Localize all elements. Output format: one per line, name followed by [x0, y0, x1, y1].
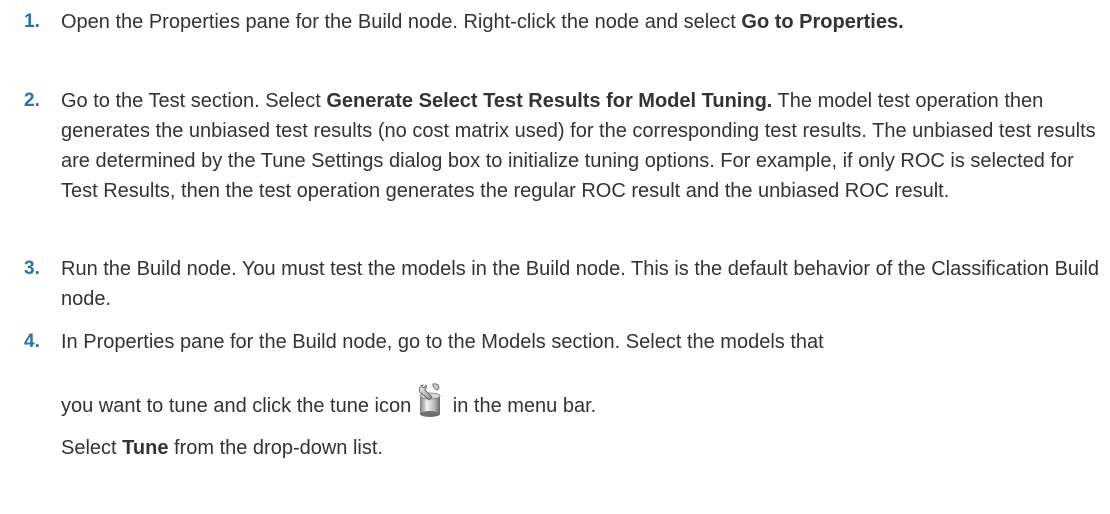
- menu-option-go-to-properties: Go to Properties.: [741, 11, 904, 33]
- step-number: 2.: [24, 90, 40, 111]
- option-generate-select-test-results: Generate Select Test Results for Model T…: [326, 90, 773, 112]
- step-paragraph: Run the Build node. You must test the mo…: [61, 258, 1100, 310]
- step-paragraph: In Properties pane for the Build node, g…: [61, 331, 824, 353]
- step-text: In Properties pane for the Build node, g…: [61, 327, 1101, 463]
- tune-icon: [415, 382, 445, 418]
- menu-option-tune: Tune: [122, 437, 169, 459]
- step-text-plain: Select: [61, 437, 123, 459]
- step-number: 3.: [24, 258, 40, 279]
- step-text-plain: Go to the Test section. Select: [61, 90, 327, 112]
- step-text-plain: Open the Properties pane for the Build n…: [61, 11, 742, 33]
- step-paragraph: Open the Properties pane for the Build n…: [61, 7, 1101, 37]
- step-text: Open the Properties pane for the Build n…: [61, 7, 1101, 37]
- step-paragraph: Select Tune from the drop-down list.: [61, 433, 1101, 463]
- step-text-plain: you want to tune and click the tune icon: [61, 395, 412, 417]
- step-text: Run the Build node. You must test the mo…: [61, 254, 1101, 314]
- step-paragraph: Go to the Test section. Select Generate …: [61, 86, 1101, 206]
- step-paragraph: you want to tune and click the tune icon: [61, 357, 1101, 421]
- procedure-steps: 1. Open the Properties pane for the Buil…: [0, 0, 1110, 514]
- step-text-plain: in the menu bar.: [447, 395, 597, 417]
- step-text-plain: from the drop-down list.: [168, 437, 383, 459]
- step-number: 4.: [24, 331, 40, 352]
- step-number: 1.: [24, 11, 40, 32]
- step-text: Go to the Test section. Select Generate …: [61, 86, 1101, 206]
